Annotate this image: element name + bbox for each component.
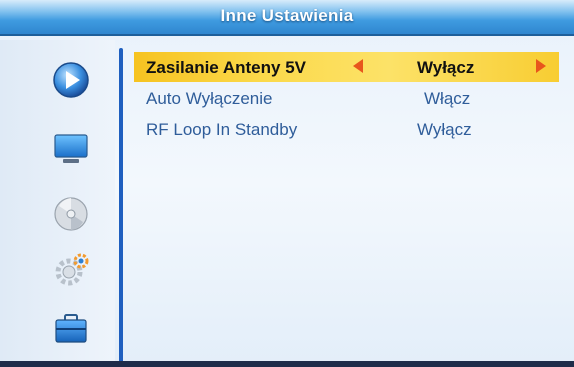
settings-list: Zasilanie Anteny 5V Wyłącz Auto Wyłączen… xyxy=(134,52,559,145)
setting-label: RF Loop In Standby xyxy=(146,120,298,139)
arrow-left-icon[interactable] xyxy=(353,59,363,73)
screen-bottom-border xyxy=(0,361,574,367)
setting-label: Zasilanie Anteny 5V xyxy=(146,58,306,77)
settings-gear-icon[interactable] xyxy=(51,250,91,290)
page-title: Inne Ustawienia xyxy=(220,6,354,25)
setting-value: Wyłącz xyxy=(417,120,472,139)
monitor-icon[interactable] xyxy=(51,128,91,168)
title-bar: Inne Ustawienia xyxy=(0,0,574,36)
setting-value: Wyłącz xyxy=(417,58,475,77)
setting-row-rf-loop[interactable]: RF Loop In Standby Wyłącz xyxy=(134,114,559,144)
sidebar xyxy=(0,40,115,367)
setting-row-auto-shutdown[interactable]: Auto Wyłączenie Włącz xyxy=(134,83,559,113)
disc-icon[interactable] xyxy=(51,194,91,234)
sidebar-divider xyxy=(119,48,123,365)
toolbox-icon[interactable] xyxy=(51,308,91,348)
setting-value: Włącz xyxy=(424,89,471,108)
play-icon[interactable] xyxy=(51,60,91,100)
setting-row-antenna-power[interactable]: Zasilanie Anteny 5V Wyłącz xyxy=(134,52,559,82)
setting-label: Auto Wyłączenie xyxy=(146,89,273,108)
arrow-right-icon[interactable] xyxy=(536,59,546,73)
menu-screen: Inne Ustawienia Zasilanie Anteny 5V Wyłą… xyxy=(0,0,574,367)
